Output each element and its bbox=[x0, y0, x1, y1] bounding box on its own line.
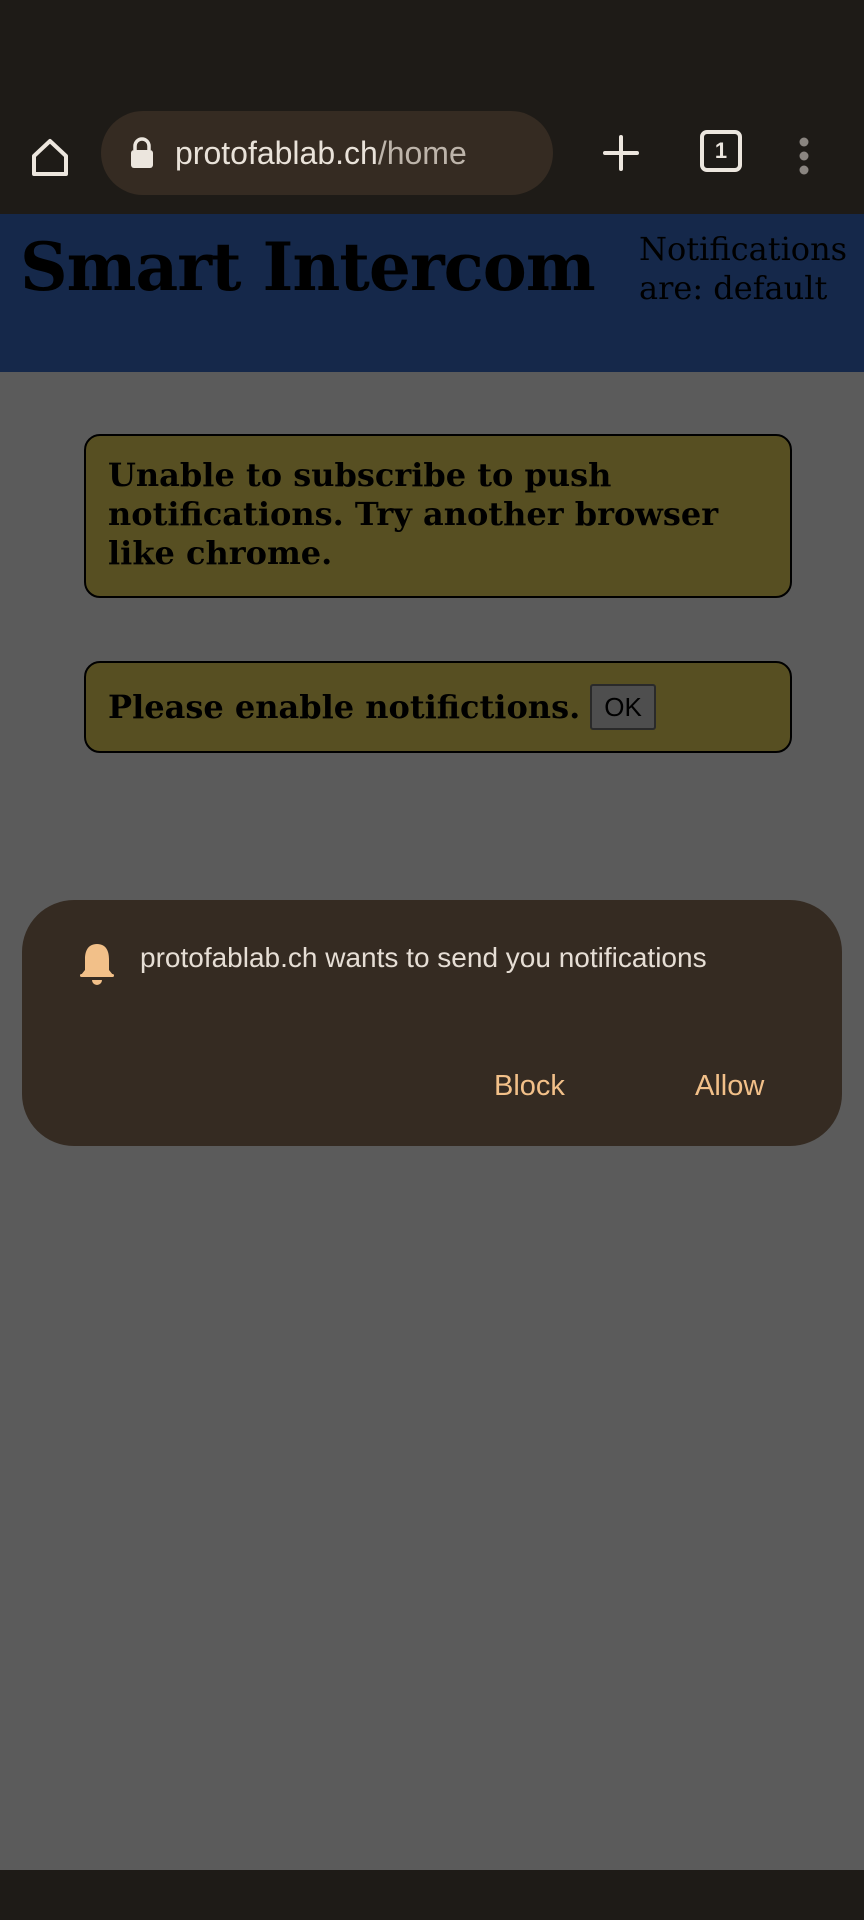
lock-icon bbox=[129, 136, 155, 170]
bell-icon bbox=[80, 944, 114, 985]
allow-button[interactable]: Allow bbox=[695, 1070, 764, 1103]
notification-permission-prompt: protofablab.ch wants to send you notific… bbox=[22, 900, 842, 1146]
system-nav-bar bbox=[0, 1870, 864, 1920]
page-title: Smart Intercom bbox=[20, 228, 596, 306]
page-header: Smart Intercom Notifications are: defaul… bbox=[0, 214, 864, 372]
home-button[interactable] bbox=[22, 130, 78, 186]
plus-icon bbox=[603, 135, 639, 171]
url-path: /home bbox=[377, 134, 467, 171]
url-domain: protofablab.ch bbox=[175, 134, 378, 171]
enable-notifications-text: Please enable notifictions. bbox=[108, 687, 581, 726]
subscribe-error-alert: Unable to subscribe to push notification… bbox=[84, 434, 792, 598]
status-bar bbox=[0, 0, 864, 106]
browser-menu-button[interactable] bbox=[786, 128, 822, 184]
enable-notifications-alert: Please enable notifictions. OK bbox=[84, 661, 792, 753]
notification-status: Notifications are: default bbox=[639, 230, 848, 307]
tab-switcher-button[interactable]: 1 bbox=[698, 128, 744, 174]
new-tab-button[interactable] bbox=[596, 128, 646, 178]
ok-button[interactable]: OK bbox=[590, 684, 656, 730]
prompt-message: protofablab.ch wants to send you notific… bbox=[140, 942, 707, 973]
subscribe-error-text: Unable to subscribe to push notification… bbox=[108, 456, 719, 572]
tab-switcher-icon: 1 bbox=[700, 130, 742, 172]
url-text: protofablab.ch/home bbox=[175, 135, 467, 172]
browser-toolbar: protofablab.ch/home 1 bbox=[0, 106, 864, 214]
block-button[interactable]: Block bbox=[494, 1070, 565, 1103]
address-bar[interactable]: protofablab.ch/home bbox=[101, 111, 553, 195]
home-icon bbox=[32, 139, 68, 176]
more-vert-icon bbox=[799, 137, 809, 175]
tab-count: 1 bbox=[714, 138, 728, 163]
